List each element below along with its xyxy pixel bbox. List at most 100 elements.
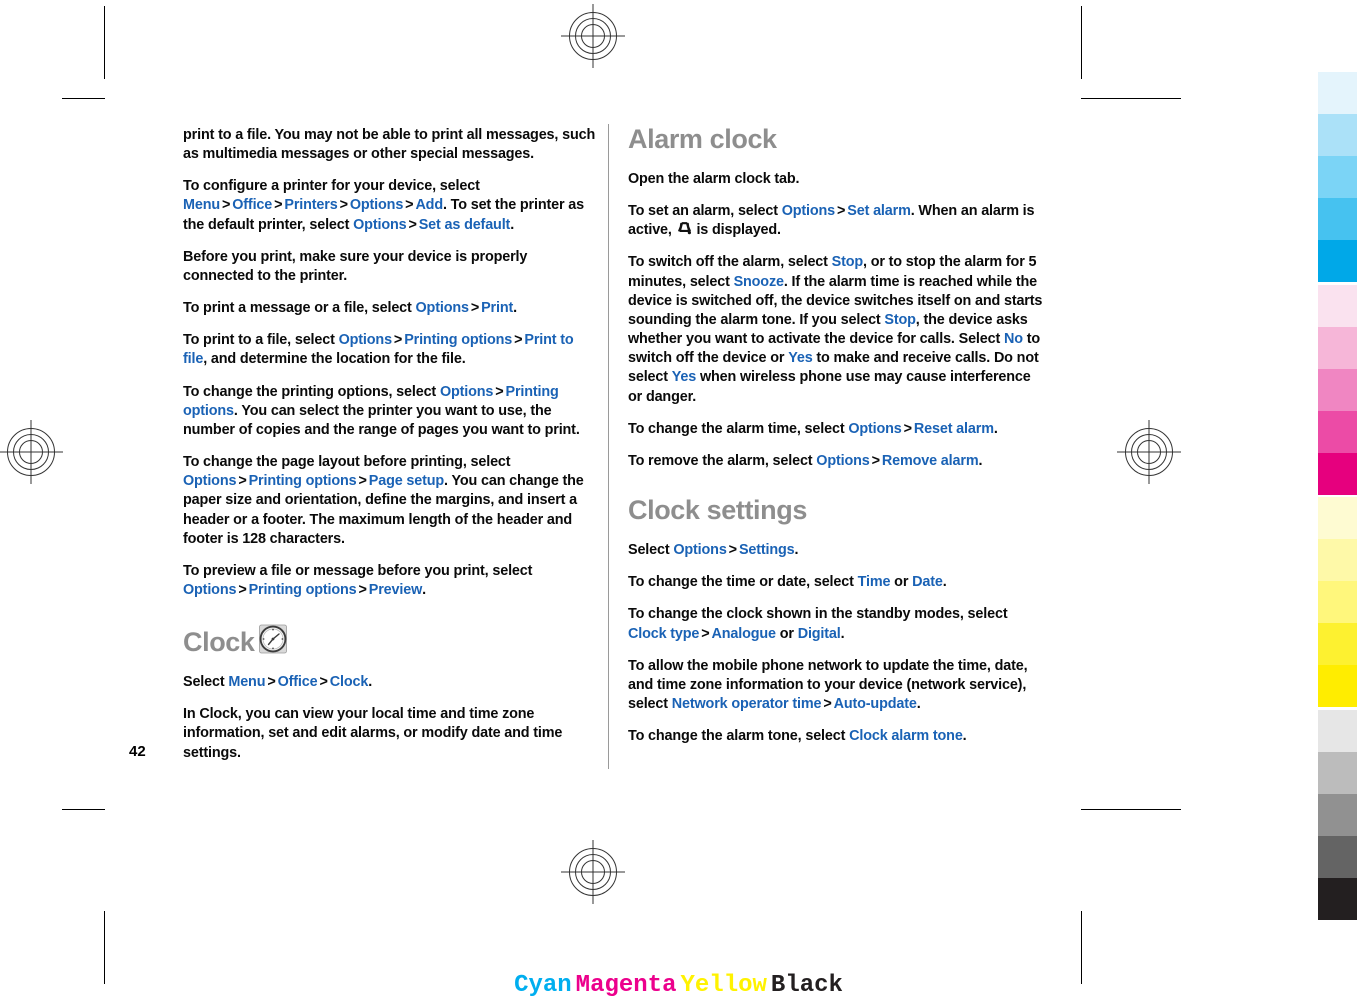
body-text: or bbox=[775, 625, 798, 642]
ui-term: Print bbox=[481, 300, 514, 317]
ui-term: Printing options bbox=[248, 473, 357, 490]
ui-term: Time bbox=[857, 574, 891, 591]
ui-term: Remove alarm bbox=[881, 452, 979, 469]
body-text: . bbox=[368, 674, 373, 691]
ui-term: Options bbox=[183, 581, 237, 598]
p-page-layout: To change the page layout before printin… bbox=[183, 453, 601, 549]
ui-term: Options bbox=[673, 542, 727, 559]
ui-term: Reset alarm bbox=[913, 420, 994, 437]
body-text: , and determine the location for the fil… bbox=[203, 351, 466, 368]
swatch-black-3 bbox=[1318, 794, 1357, 836]
ui-term: Auto-update bbox=[833, 695, 917, 712]
ui-term: Menu bbox=[228, 674, 266, 691]
left-paragraph-list: print to a file. You may not be able to … bbox=[183, 126, 601, 600]
menu-separator: > bbox=[470, 300, 480, 317]
swatch-cyan-2 bbox=[1318, 114, 1357, 156]
swatch-cyan-4 bbox=[1318, 198, 1357, 240]
body-text: . You can select the printer you want to… bbox=[183, 402, 580, 438]
column-divider bbox=[608, 124, 609, 769]
clock-paragraph-list: Select Menu > Office > Clock. In Clock, you c… bbox=[183, 673, 601, 763]
body-text: Open the alarm clock tab. bbox=[628, 171, 800, 187]
page-number: 42 bbox=[129, 743, 146, 760]
ui-term: Digital bbox=[797, 625, 841, 642]
ui-term: Yes bbox=[671, 369, 697, 386]
p-change-alarm-time: To change the alarm time, select Options… bbox=[628, 420, 1046, 439]
ui-term: Options bbox=[353, 216, 407, 233]
p-time-or-date: To change the time or date, select Time … bbox=[628, 573, 1046, 592]
analog-clock-icon bbox=[256, 622, 290, 656]
p-select-settings: Select Options > Settings. bbox=[628, 541, 1046, 560]
ui-term: Preview bbox=[368, 581, 423, 598]
body-text: . bbox=[978, 452, 983, 469]
ui-term: Options bbox=[415, 300, 469, 317]
color-strip-yellow bbox=[1318, 497, 1357, 707]
body-text: . bbox=[942, 574, 947, 591]
ui-term: Options bbox=[338, 332, 392, 349]
swatch-magenta-1 bbox=[1318, 285, 1357, 327]
ui-term: No bbox=[1003, 331, 1023, 348]
swatch-black-2 bbox=[1318, 752, 1357, 794]
ui-term: Page setup bbox=[368, 473, 445, 490]
menu-separator: > bbox=[871, 452, 880, 469]
swatch-yellow-5 bbox=[1318, 665, 1357, 707]
body-text: . bbox=[916, 695, 921, 712]
ui-term: Analogue bbox=[711, 625, 777, 642]
menu-separator: > bbox=[221, 197, 231, 214]
menu-separator: > bbox=[495, 383, 504, 400]
swatch-black-1 bbox=[1318, 710, 1357, 752]
body-text: . bbox=[513, 300, 517, 317]
menu-separator: > bbox=[238, 473, 247, 490]
color-strip-cyan bbox=[1318, 72, 1357, 282]
ui-term: Add bbox=[415, 197, 443, 214]
p-change-printing-options: To change the printing options, select O… bbox=[183, 383, 601, 440]
ui-term: Clock alarm tone bbox=[849, 728, 963, 745]
ui-term: Yes bbox=[788, 350, 813, 367]
body-text: To print a message or a file, select bbox=[183, 300, 416, 317]
swatch-yellow-4 bbox=[1318, 623, 1357, 665]
body-text: To switch off the alarm, select bbox=[628, 254, 832, 271]
swatch-cyan-3 bbox=[1318, 156, 1357, 198]
right-text-column: Alarm clock Open the alarm clock tab. To … bbox=[628, 126, 1046, 746]
manual-page: print to a file. You may not be able to … bbox=[0, 0, 1357, 1002]
p-remove-alarm: To remove the alarm, select Options > Remo… bbox=[628, 452, 1046, 471]
body-text: . bbox=[993, 420, 998, 437]
section-heading-clock: Clock bbox=[183, 622, 601, 656]
menu-separator: > bbox=[339, 197, 348, 214]
ui-term: Options bbox=[439, 383, 494, 400]
menu-separator: > bbox=[319, 674, 328, 691]
ui-term: Printers bbox=[284, 197, 338, 214]
p-print-to-file: To print to a file, select Options > Print… bbox=[183, 331, 601, 369]
swatch-magenta-5 bbox=[1318, 453, 1357, 495]
p-preview: To preview a file or message before you … bbox=[183, 562, 601, 600]
swatch-magenta-2 bbox=[1318, 327, 1357, 369]
body-text: To set an alarm, select bbox=[628, 203, 782, 220]
ui-term: Options bbox=[349, 197, 404, 214]
cmyk-legend-black: Black bbox=[770, 972, 843, 999]
body-text: is displayed. bbox=[692, 222, 781, 239]
menu-separator: > bbox=[267, 674, 276, 691]
section-heading-clock-label: Clock bbox=[183, 627, 255, 658]
ui-term: Settings bbox=[738, 542, 795, 559]
body-text: . bbox=[510, 216, 515, 233]
p-select-clock: Select Menu > Office > Clock. bbox=[183, 673, 601, 692]
p-print-file: print to a file. You may not be able to … bbox=[183, 126, 601, 164]
menu-separator: > bbox=[405, 197, 414, 214]
ui-term: Options bbox=[816, 452, 870, 469]
body-text: . bbox=[794, 542, 799, 559]
left-text-column: print to a file. You may not be able to … bbox=[183, 126, 601, 763]
p-clock-intro: In Clock, you can view your local time a… bbox=[183, 705, 601, 762]
swatch-yellow-3 bbox=[1318, 581, 1357, 623]
menu-separator: > bbox=[274, 197, 283, 214]
ui-term: Clock type bbox=[628, 625, 700, 642]
swatch-yellow-1 bbox=[1318, 497, 1357, 539]
section-heading-clock-settings: Clock settings bbox=[628, 495, 807, 526]
swatch-cyan-1 bbox=[1318, 72, 1357, 114]
menu-separator: > bbox=[358, 581, 367, 598]
body-text: print to a file. You may not be able to … bbox=[183, 127, 596, 163]
swatch-magenta-3 bbox=[1318, 369, 1357, 411]
p-print-message: To print a message or a file, select Opt… bbox=[183, 299, 601, 318]
cmyk-legend-magenta: Magenta bbox=[575, 972, 677, 999]
body-text: To change the alarm time, select bbox=[628, 420, 849, 437]
cmyk-legend-yellow: Yellow bbox=[680, 972, 767, 999]
body-text: To print to a file, select bbox=[183, 332, 339, 349]
